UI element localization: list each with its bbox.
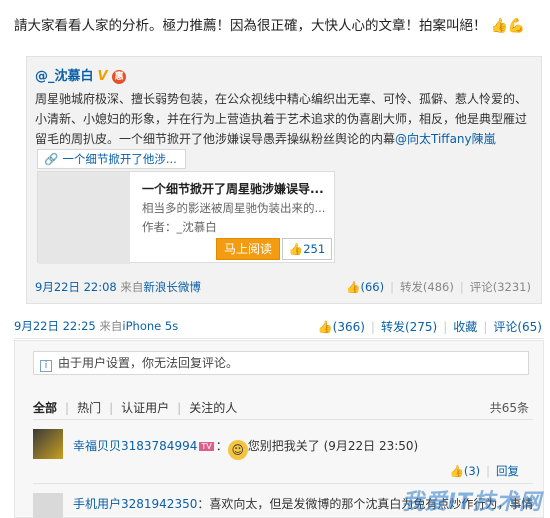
article-author: 作者：_沈慕白 xyxy=(142,220,217,234)
post-source-prefix: 来自 xyxy=(99,319,123,333)
comment-total: 共65条 xyxy=(489,401,529,415)
comment-time: (9月22日 23:50) xyxy=(323,439,419,453)
comment-username[interactable]: 手机用户3281942350 xyxy=(73,497,197,511)
long-weibo-link[interactable]: 🔗 一个细节掀开了他涉... xyxy=(37,149,186,169)
divider: | xyxy=(483,320,488,334)
mention-link[interactable]: @向太Tiffany陳嵐 xyxy=(395,132,496,146)
divider: | xyxy=(486,464,490,478)
repost-actions: 👍(66) | 转发(486) | 评论(3231) xyxy=(346,279,531,295)
like-icon: 👍 xyxy=(346,280,361,294)
repost-comment-button[interactable]: 评论(3231) xyxy=(470,280,531,294)
repost-forward-button[interactable]: 转发(486) xyxy=(400,280,454,294)
article-thumbnail xyxy=(38,172,130,264)
comment-username[interactable]: 幸福贝贝3183784994 xyxy=(73,439,197,453)
repost-author-name[interactable]: @_沈慕白 xyxy=(35,69,94,84)
reposted-weibo: @_沈慕白 V 惠 周星驰城府极深、擅长弱势包装，在公众视线中精心编织出无辜、可怜… xyxy=(26,56,542,304)
post-time[interactable]: 9月22日 22:25 xyxy=(14,319,96,333)
comment-like-button[interactable]: 👍(3) xyxy=(450,464,481,478)
notice-text: 由于用户设置，你无法回复评论。 xyxy=(58,356,239,370)
thumbs-up-icon: 👍💪 xyxy=(490,18,526,34)
repost-author-line: @_沈慕白 V 惠 xyxy=(35,65,127,84)
like-icon: 👍 xyxy=(288,242,304,256)
article-like-count: 251 xyxy=(303,242,326,256)
filter-hot[interactable]: 热门 xyxy=(77,401,101,415)
vip-badge-icon[interactable]: 惠 xyxy=(112,70,127,84)
divider: | xyxy=(65,401,70,415)
divider: | xyxy=(370,320,375,334)
repost-time[interactable]: 9月22日 22:08 xyxy=(35,280,117,294)
post-forward-button[interactable]: 转发(275) xyxy=(381,320,437,334)
post-comment-button[interactable]: 评论(65) xyxy=(493,320,542,334)
comment-reply-button[interactable]: 回复 xyxy=(496,464,519,478)
divider: | xyxy=(459,280,464,294)
article-description: 相当多的影迷被周星驰伪装出来的... xyxy=(142,201,326,215)
info-icon: i xyxy=(40,360,52,372)
article-like-button[interactable]: 👍251 xyxy=(282,238,332,260)
repost-like-button[interactable]: 👍(66) xyxy=(346,280,384,294)
comment-item: 幸福贝贝3183784994 TV： ☺ 您别把我关了 (9月22日 23:50) xyxy=(73,437,418,460)
site-watermark: 我爱IT技术网 xyxy=(401,490,542,515)
filter-following[interactable]: 关注的人 xyxy=(189,401,237,415)
comment-filters: 全部 | 热门 | 认证用户 | 关注的人 xyxy=(33,399,237,416)
avatar[interactable] xyxy=(33,429,63,459)
divider: | xyxy=(109,401,114,415)
divider xyxy=(14,338,544,339)
post-meta: 9月22日 22:25 来自iPhone 5s xyxy=(14,318,178,334)
link-icon: 🔗 xyxy=(44,152,59,166)
link-chip-label: 一个细节掀开了他涉... xyxy=(62,152,177,166)
smile-emoji-icon: ☺ xyxy=(227,440,248,460)
verified-v-icon[interactable]: V xyxy=(98,69,108,84)
avatar[interactable] xyxy=(33,493,63,518)
repost-meta: 9月22日 22:08 来自新浪长微博 xyxy=(35,279,201,295)
like-icon: 👍 xyxy=(449,464,464,478)
filter-all[interactable]: 全部 xyxy=(33,401,57,415)
comment-text: 您别把我关了 xyxy=(247,439,320,453)
post-like-button[interactable]: 👍(366) xyxy=(318,320,365,334)
repost-source-prefix: 来自 xyxy=(120,280,144,294)
post-text: 請大家看看人家的分析。極力推薦！因為很正確，大快人心的文章！拍案叫絕！ 👍💪 xyxy=(14,16,534,36)
filter-verified[interactable]: 认证用户 xyxy=(121,401,169,415)
tv-badge-icon[interactable]: TV xyxy=(199,442,214,451)
divider: | xyxy=(177,401,182,415)
divider: | xyxy=(443,320,448,334)
post-source[interactable]: iPhone 5s xyxy=(122,319,178,333)
like-icon: 👍 xyxy=(317,320,333,334)
article-card[interactable]: 一个细节掀开了周星驰涉嫌误导... 相当多的影迷被周星驰伪装出来的... 作者：… xyxy=(37,171,335,264)
comment-actions: 👍(3) | 回复 xyxy=(450,463,520,479)
reply-disabled-notice: i 由于用户设置，你无法回复评论。 xyxy=(33,351,529,375)
post-actions: 👍(366) | 转发(275) | 收藏 | 评论(65) xyxy=(318,318,542,335)
divider xyxy=(33,419,533,420)
post-favorite-button[interactable]: 收藏 xyxy=(453,320,477,334)
divider: | xyxy=(390,280,394,294)
article-title[interactable]: 一个细节掀开了周星驰涉嫌误导... xyxy=(142,180,324,197)
repost-source[interactable]: 新浪长微博 xyxy=(143,280,201,294)
post-body: 請大家看看人家的分析。極力推薦！因為很正確，大快人心的文章！拍案叫絕！ xyxy=(14,18,487,34)
comment-colon: ： xyxy=(215,439,228,453)
read-now-button[interactable]: 马上阅读 xyxy=(216,238,280,260)
repost-text: 周星驰城府极深、擅长弱势包装，在公众视线中精心编织出无辜、可怜、孤僻、惹人怜爱的… xyxy=(35,89,535,149)
